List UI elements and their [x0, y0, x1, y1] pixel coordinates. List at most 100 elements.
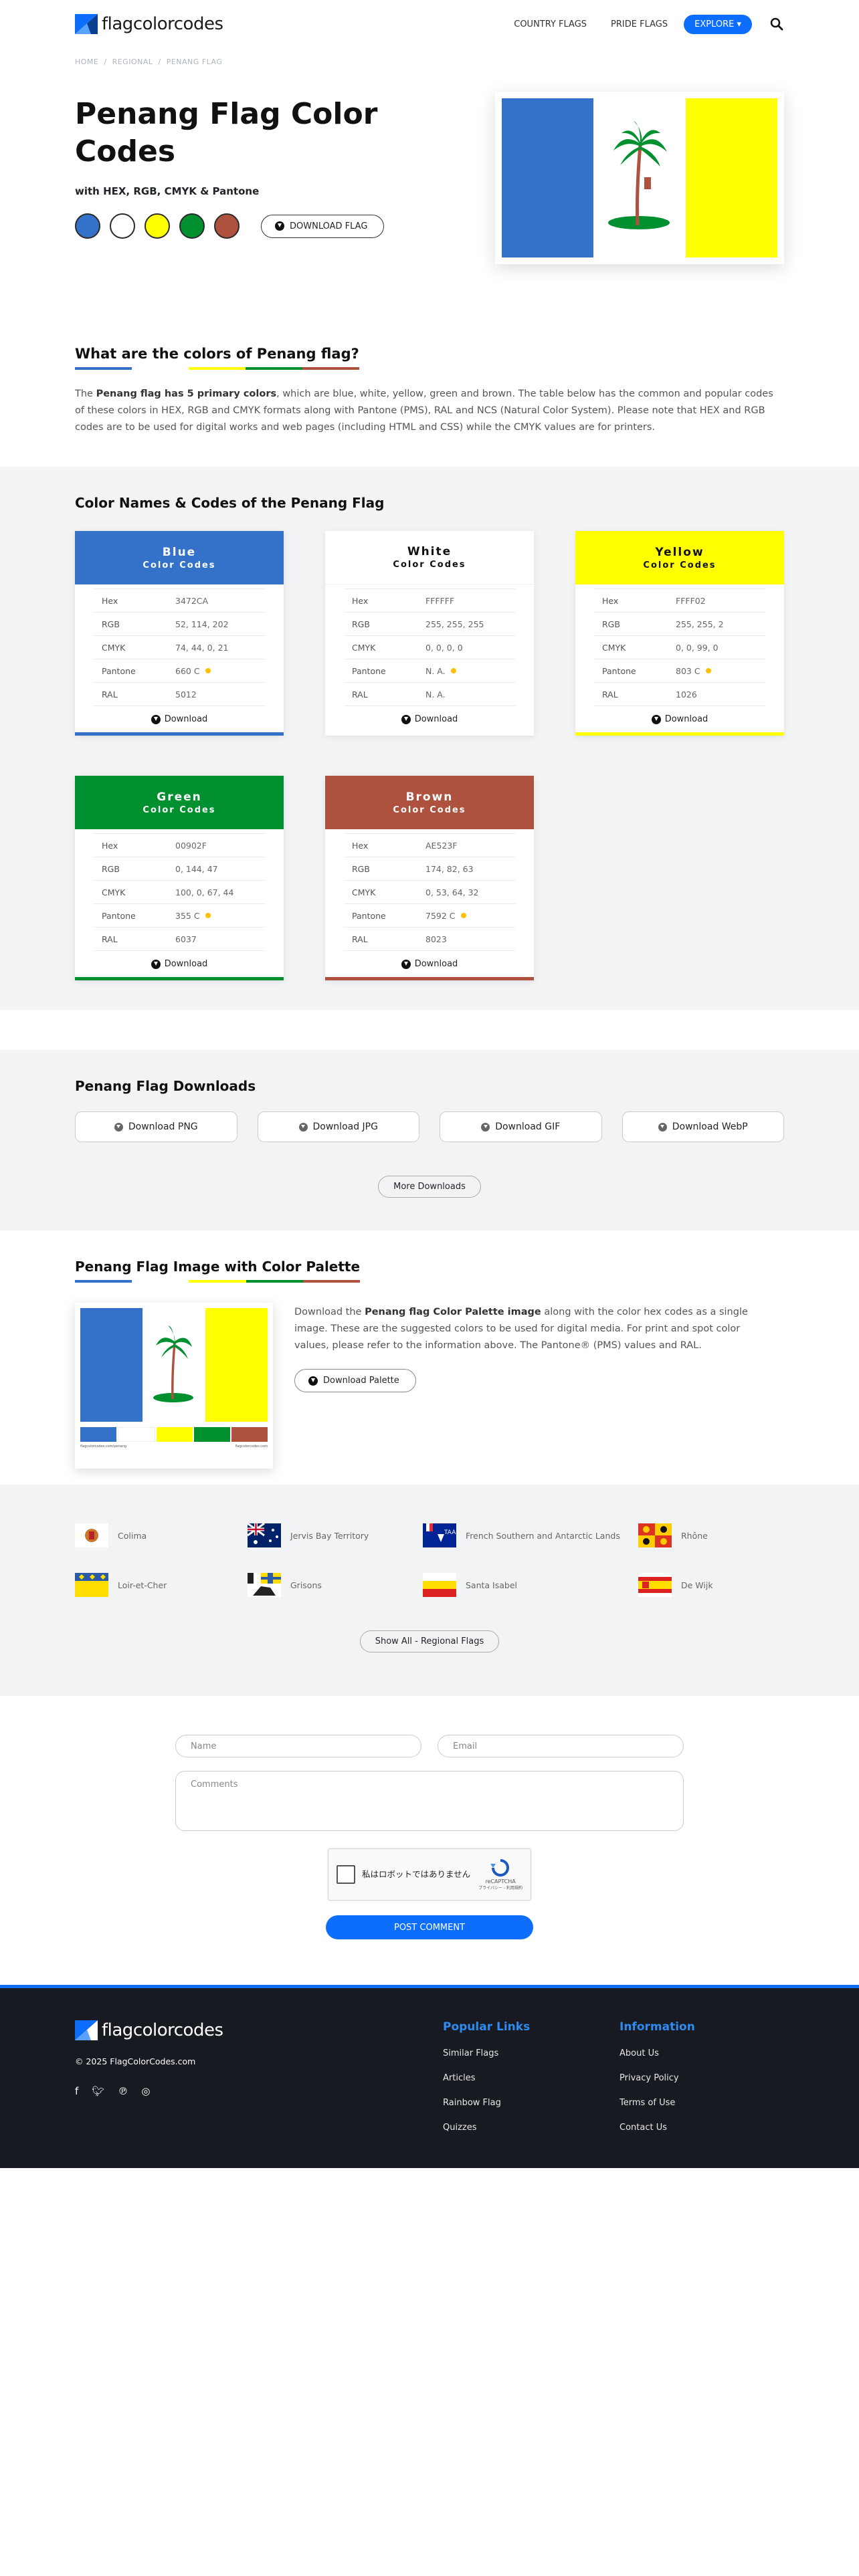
related-flags: Colima Jervis Bay Territory TAAF French … — [0, 1485, 859, 1696]
pinterest-icon[interactable]: ℗ — [118, 2085, 128, 2097]
nav-country-flags[interactable]: COUNTRY FLAGS — [514, 19, 587, 29]
card-header: Brown Color Codes — [325, 776, 534, 829]
recaptcha-checkbox[interactable] — [337, 1865, 355, 1884]
code-value[interactable]: 803 C — [676, 666, 711, 676]
code-value[interactable]: 1026 — [676, 689, 697, 700]
pantone-hint-icon[interactable] — [205, 913, 211, 918]
code-value[interactable]: 174, 82, 63 — [425, 864, 474, 874]
twitter-icon[interactable]: 🐦︎ — [92, 2085, 104, 2097]
facebook-icon[interactable]: f — [75, 2085, 78, 2097]
download-palette-button[interactable]: Download Palette — [294, 1369, 416, 1392]
code-value[interactable]: 6037 — [175, 934, 197, 944]
code-row-cmyk: CMYK 100, 0, 67, 44 — [94, 880, 265, 903]
pantone-hint-icon[interactable] — [205, 668, 211, 673]
code-value[interactable]: 5012 — [175, 689, 197, 700]
site-logo[interactable]: flagcolorcodes — [75, 14, 223, 34]
footer-link-articles[interactable]: Articles — [443, 2073, 619, 2083]
code-value[interactable]: FFFF02 — [676, 596, 706, 606]
code-value[interactable]: N. A. — [425, 666, 456, 676]
code-value[interactable]: 0, 0, 0, 0 — [425, 643, 463, 653]
related-colima[interactable]: Colima — [75, 1522, 248, 1549]
download-png-button[interactable]: Download PNG — [75, 1111, 237, 1142]
code-value[interactable]: 00902F — [175, 841, 207, 851]
card-download-button[interactable]: Download — [344, 706, 515, 732]
footer-link-quizzes[interactable]: Quizzes — [443, 2123, 619, 2133]
code-row-rgb: RGB 52, 114, 202 — [94, 612, 265, 635]
footer-link-rainbow-flag[interactable]: Rainbow Flag — [443, 2098, 619, 2108]
code-value[interactable]: 8023 — [425, 934, 447, 944]
code-row-pantone: Pantone N. A. — [344, 659, 515, 682]
code-value[interactable]: 255, 255, 2 — [676, 619, 724, 629]
comments-textarea[interactable]: Comments — [175, 1771, 684, 1831]
related-rhone[interactable]: Rhône — [638, 1522, 784, 1549]
code-label: Pantone — [102, 910, 136, 921]
download-icon — [275, 221, 284, 231]
code-value[interactable]: AE523F — [425, 841, 458, 851]
swatch-green[interactable] — [179, 213, 205, 239]
card-download-button[interactable]: Download — [594, 706, 765, 732]
footer-link-contact[interactable]: Contact Us — [619, 2123, 695, 2133]
code-value[interactable]: 255, 255, 255 — [425, 619, 484, 629]
card-header: White Color Codes — [325, 531, 534, 584]
footer-link-similar-flags[interactable]: Similar Flags — [443, 2048, 619, 2058]
related-loir-et-cher[interactable]: Loir-et-Cher — [75, 1572, 248, 1598]
recaptcha-links[interactable]: プライバシー - 利用規約 — [478, 1885, 522, 1891]
card-download-button[interactable]: Download — [94, 950, 265, 977]
code-value[interactable]: 52, 114, 202 — [175, 619, 229, 629]
pantone-hint-icon[interactable] — [450, 668, 456, 673]
code-value[interactable]: 3472CA — [175, 596, 208, 606]
post-comment-button[interactable]: POST COMMENT — [326, 1915, 533, 1939]
recaptcha-icon — [490, 1859, 510, 1876]
swatch-white[interactable] — [110, 213, 135, 239]
show-all-regional-button[interactable]: Show All - Regional Flags — [359, 1630, 500, 1652]
more-downloads-button[interactable]: More Downloads — [378, 1176, 481, 1198]
card-color-bar — [75, 977, 284, 980]
color-name: Yellow — [655, 545, 704, 559]
color-name: Brown — [405, 790, 454, 804]
code-value[interactable]: 0, 0, 99, 0 — [676, 643, 719, 653]
heading-underline — [75, 367, 359, 370]
explore-button[interactable]: EXPLORE ▾ — [684, 14, 752, 34]
code-value[interactable]: 74, 44, 0, 21 — [175, 643, 229, 653]
code-value[interactable]: 100, 0, 67, 44 — [175, 887, 233, 897]
code-value[interactable]: 0, 144, 47 — [175, 864, 218, 874]
pantone-hint-icon[interactable] — [460, 913, 466, 918]
related-jervis-bay[interactable]: Jervis Bay Territory — [248, 1522, 423, 1549]
related-santa-isabel[interactable]: Santa Isabel — [423, 1572, 638, 1598]
related-grisons[interactable]: Grisons — [248, 1572, 423, 1598]
search-icon[interactable] — [769, 17, 784, 31]
breadcrumb-regional[interactable]: REGIONAL — [112, 58, 153, 66]
email-input[interactable]: Email — [438, 1735, 684, 1757]
breadcrumb-home[interactable]: HOME — [75, 58, 98, 66]
swatch-blue[interactable] — [75, 213, 100, 239]
color-name: Blue — [162, 545, 197, 559]
download-flag-button[interactable]: DOWNLOAD FLAG — [261, 214, 385, 238]
footer-logo[interactable]: flagcolorcodes — [75, 2020, 443, 2040]
code-value[interactable]: 0, 53, 64, 32 — [425, 887, 479, 897]
code-value[interactable]: FFFFFF — [425, 596, 454, 606]
code-label: Hex — [352, 840, 369, 851]
card-download-button[interactable]: Download — [94, 706, 265, 732]
footer-link-terms[interactable]: Terms of Use — [619, 2098, 695, 2108]
download-jpg-button[interactable]: Download JPG — [257, 1111, 419, 1142]
name-input[interactable]: Name — [175, 1735, 421, 1757]
swatch-yellow[interactable] — [145, 213, 170, 239]
download-icon — [298, 1122, 308, 1132]
code-label: Hex — [102, 595, 118, 606]
download-webp-button[interactable]: Download WebP — [622, 1111, 784, 1142]
related-de-wijk[interactable]: De Wijk — [638, 1572, 784, 1598]
nav-pride-flags[interactable]: PRIDE FLAGS — [611, 19, 668, 29]
swatch-brown[interactable] — [214, 213, 240, 239]
code-value[interactable]: 355 C — [175, 911, 211, 921]
pantone-hint-icon[interactable] — [705, 668, 711, 673]
flag-thumb — [638, 1573, 672, 1597]
code-value[interactable]: 660 C — [175, 666, 211, 676]
footer-link-about[interactable]: About Us — [619, 2048, 695, 2058]
related-french-southern[interactable]: TAAF French Southern and Antarctic Lands — [423, 1522, 638, 1549]
card-download-button[interactable]: Download — [344, 950, 515, 977]
code-value[interactable]: 7592 C — [425, 911, 466, 921]
download-gif-button[interactable]: Download GIF — [440, 1111, 602, 1142]
code-value[interactable]: N. A. — [425, 689, 446, 700]
footer-link-privacy[interactable]: Privacy Policy — [619, 2073, 695, 2083]
instagram-icon[interactable]: ◎ — [141, 2085, 150, 2097]
